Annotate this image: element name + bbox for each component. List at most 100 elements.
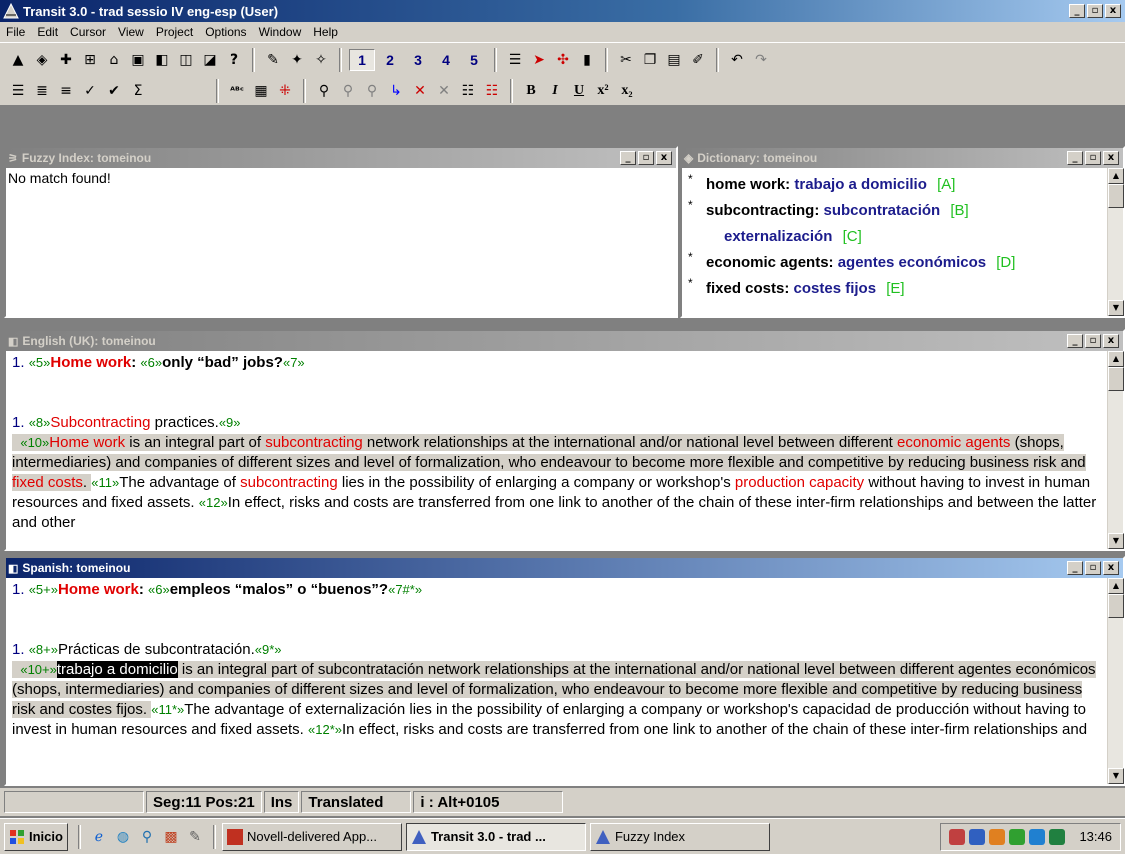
view-3-button[interactable]: 3 xyxy=(405,49,431,71)
save-icon[interactable]: ▣ xyxy=(127,49,149,71)
close-button[interactable]: x xyxy=(1105,4,1121,18)
redo-icon[interactable]: ↷ xyxy=(750,49,772,71)
sum-icon[interactable]: Σ xyxy=(127,80,149,102)
security-icon[interactable] xyxy=(989,828,1006,845)
menu-help[interactable]: Help xyxy=(307,25,344,39)
menu-file[interactable]: File xyxy=(0,25,31,39)
scroll-down-icon[interactable]: ▼ xyxy=(1108,768,1124,784)
selected-text[interactable]: trabajo a domicilio xyxy=(56,661,178,678)
spanish-segment-5[interactable]: 1. «5+»Home work: «6»empleos “malos” o “… xyxy=(12,580,1099,600)
fuzzy-maximize-button[interactable]: ▫ xyxy=(638,151,654,165)
dict-minimize-button[interactable]: _ xyxy=(1067,151,1083,165)
view-5-button[interactable]: 5 xyxy=(461,49,487,71)
menu-options[interactable]: Options xyxy=(199,25,252,39)
markup-icon[interactable]: ⁜ xyxy=(274,80,296,102)
fuzzy-close-button[interactable]: x xyxy=(656,151,672,165)
dict-entry[interactable]: * economic agents: agentes económicos [D… xyxy=(688,250,1117,276)
find-icon[interactable]: ⚲ xyxy=(313,80,335,102)
help-icon[interactable]: ? xyxy=(223,49,245,71)
translate-icon[interactable]: ✎ xyxy=(262,49,284,71)
flag-icon[interactable] xyxy=(1049,828,1066,845)
clock[interactable]: 13:46 xyxy=(1079,829,1112,844)
list-icon[interactable]: ≣ xyxy=(31,80,53,102)
paste-icon[interactable]: ▤ xyxy=(663,49,685,71)
export-icon[interactable]: ◫ xyxy=(175,49,197,71)
prev-segment-icon[interactable]: ✣ xyxy=(552,49,574,71)
menu-cursor[interactable]: Cursor xyxy=(64,25,112,39)
terminology-icon[interactable]: ✦ xyxy=(286,49,308,71)
format-painter-icon[interactable]: ✐ xyxy=(687,49,709,71)
scroll-thumb[interactable] xyxy=(1108,367,1124,391)
text-mode-icon[interactable]: ᴬᴮᶜ xyxy=(226,80,248,102)
dictionary-icon[interactable]: ◈ xyxy=(31,49,53,71)
spanish-maximize-button[interactable]: ▫ xyxy=(1085,561,1101,575)
open-folder-icon[interactable]: ◧ xyxy=(151,49,173,71)
fuzzy-index-body[interactable]: No match found! xyxy=(6,168,676,316)
spanish-segment-8[interactable]: 1. «8+»Prácticas de subcontratación.«9*» xyxy=(12,640,1099,660)
scroll-thumb[interactable] xyxy=(1108,184,1124,208)
english-scrollbar[interactable]: ▲ ▼ xyxy=(1107,351,1124,549)
antivirus-icon[interactable] xyxy=(969,828,986,845)
properties-icon[interactable]: ☰ xyxy=(504,49,526,71)
dict-close-button[interactable]: x xyxy=(1103,151,1119,165)
scroll-down-icon[interactable]: ▼ xyxy=(1108,300,1124,316)
start-button[interactable]: Inicio xyxy=(4,822,68,851)
mail-icon[interactable] xyxy=(1009,828,1026,845)
desktop-icon[interactable]: ◍ xyxy=(112,826,134,848)
english-maximize-button[interactable]: ▫ xyxy=(1085,334,1101,348)
view-2-button[interactable]: 2 xyxy=(377,49,403,71)
find-prev-icon[interactable]: ⚲ xyxy=(361,80,383,102)
view-4-button[interactable]: 4 xyxy=(433,49,459,71)
superscript-button[interactable]: x² xyxy=(592,80,614,102)
menu-edit[interactable]: Edit xyxy=(31,25,64,39)
delete-tag-icon[interactable]: ✕ xyxy=(409,80,431,102)
english-segment-8[interactable]: 1. «8»Subcontracting practices.«9» xyxy=(12,413,1099,433)
scroll-up-icon[interactable]: ▲ xyxy=(1108,351,1124,367)
transit-icon[interactable]: ▲ xyxy=(7,49,29,71)
underline-button[interactable]: U xyxy=(568,80,590,102)
transit-app-icon[interactable] xyxy=(3,2,19,19)
scroll-up-icon[interactable]: ▲ xyxy=(1108,168,1124,184)
monitor-icon[interactable] xyxy=(1029,828,1046,845)
menu-project[interactable]: Project xyxy=(150,25,199,39)
reference-icon[interactable]: ✧ xyxy=(310,49,332,71)
subscript-button[interactable]: x₂ xyxy=(616,80,638,102)
align-left-icon[interactable]: ☰ xyxy=(7,80,29,102)
cut-icon[interactable]: ✂ xyxy=(615,49,637,71)
spanish-minimize-button[interactable]: _ xyxy=(1067,561,1083,575)
english-minimize-button[interactable]: _ xyxy=(1067,334,1083,348)
menu-window[interactable]: Window xyxy=(253,25,308,39)
open-file-icon[interactable]: ⊞ xyxy=(79,49,101,71)
spanish-paragraph[interactable]: «10+»trabajo a domicilio is an integral … xyxy=(12,660,1099,740)
spellcheck-icon[interactable]: ✓ xyxy=(79,80,101,102)
delete-all-tags-icon[interactable]: ✕ xyxy=(433,80,455,102)
statistics-icon[interactable]: ▮ xyxy=(576,49,598,71)
dict-maximize-button[interactable]: ▫ xyxy=(1085,151,1101,165)
view-1-button[interactable]: 1 xyxy=(349,49,375,71)
import-icon[interactable]: ◪ xyxy=(199,49,221,71)
tools-icon[interactable]: ✚ xyxy=(55,49,77,71)
english-text-area[interactable]: 1. «5»Home work: «6»only “bad” jobs?«7» … xyxy=(6,351,1105,549)
spanish-close-button[interactable]: x xyxy=(1103,561,1119,575)
bold-button[interactable]: B xyxy=(520,80,542,102)
fuzzy-minimize-button[interactable]: _ xyxy=(620,151,636,165)
maximize-button[interactable]: ▫ xyxy=(1087,4,1103,18)
spanish-scrollbar[interactable]: ▲ ▼ xyxy=(1107,578,1124,784)
media-icon[interactable]: ▩ xyxy=(160,826,182,848)
dict-entry[interactable]: * subcontracting: subcontratación [B] xyxy=(688,198,1117,224)
scroll-up-icon[interactable]: ▲ xyxy=(1108,578,1124,594)
tag-nav-icon[interactable]: ☷ xyxy=(481,80,503,102)
project-icon[interactable]: ⌂ xyxy=(103,49,125,71)
english-segment-5[interactable]: 1. «5»Home work: «6»only “bad” jobs?«7» xyxy=(12,353,1099,373)
minimize-button[interactable]: _ xyxy=(1069,4,1085,18)
find-next-icon[interactable]: ⚲ xyxy=(337,80,359,102)
spanish-text-area[interactable]: 1. «5+»Home work: «6»empleos “malos” o “… xyxy=(6,578,1105,784)
tag-list-icon[interactable]: ☷ xyxy=(457,80,479,102)
notepad-icon[interactable]: ✎ xyxy=(184,826,206,848)
english-close-button[interactable]: x xyxy=(1103,334,1119,348)
table-icon[interactable]: ▦ xyxy=(250,80,272,102)
dictionary-scrollbar[interactable]: ▲ ▼ xyxy=(1107,168,1124,316)
italic-button[interactable]: I xyxy=(544,80,566,102)
justify-icon[interactable]: ≡ xyxy=(55,80,77,102)
undo-icon[interactable]: ↶ xyxy=(726,49,748,71)
